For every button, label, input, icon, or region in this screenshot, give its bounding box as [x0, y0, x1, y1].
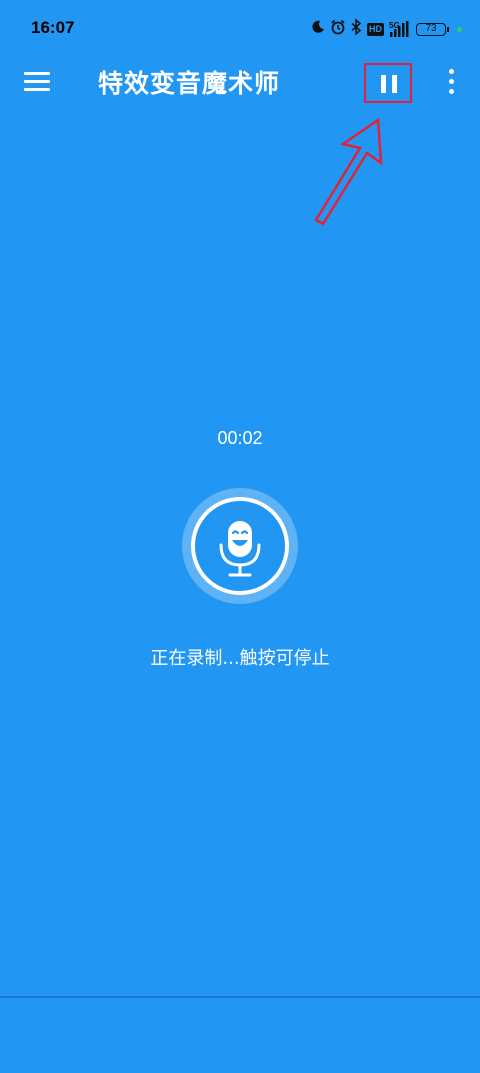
app-toolbar: 特效变音魔术师 [0, 42, 480, 124]
bottom-divider [0, 996, 480, 998]
hamburger-icon[interactable] [24, 70, 52, 92]
signal-5g-icon: 5G [389, 21, 411, 37]
app-title: 特效变音魔术师 [98, 69, 281, 98]
moon-icon [311, 20, 325, 39]
pause-icon [381, 75, 386, 93]
record-mic-button[interactable] [182, 488, 298, 604]
status-icons: HD 5G 73 [311, 17, 462, 40]
bluetooth-icon [351, 17, 362, 40]
battery-icon: 73 [416, 22, 449, 36]
more-vert-icon[interactable] [440, 68, 462, 96]
mic-button-inner [191, 497, 289, 595]
red-arrow-annotation [314, 117, 383, 226]
smiling-mic-icon [219, 521, 261, 577]
hd-icon: HD [367, 22, 384, 36]
status-bar: 16:07 HD 5G 73 [0, 0, 480, 42]
recording-status-text: 正在录制...触按可停止 [150, 648, 330, 669]
privacy-indicator-dot [457, 26, 462, 32]
app-screen: 16:07 HD 5G 73 特效变音魔术师 00:02 正在录制...触按可停… [0, 0, 480, 1073]
pause-button[interactable] [364, 63, 412, 103]
status-time: 16:07 [31, 18, 75, 37]
alarm-icon [330, 19, 346, 40]
pause-icon-bar-right [392, 75, 397, 93]
recording-timer: 00:02 [217, 428, 263, 448]
